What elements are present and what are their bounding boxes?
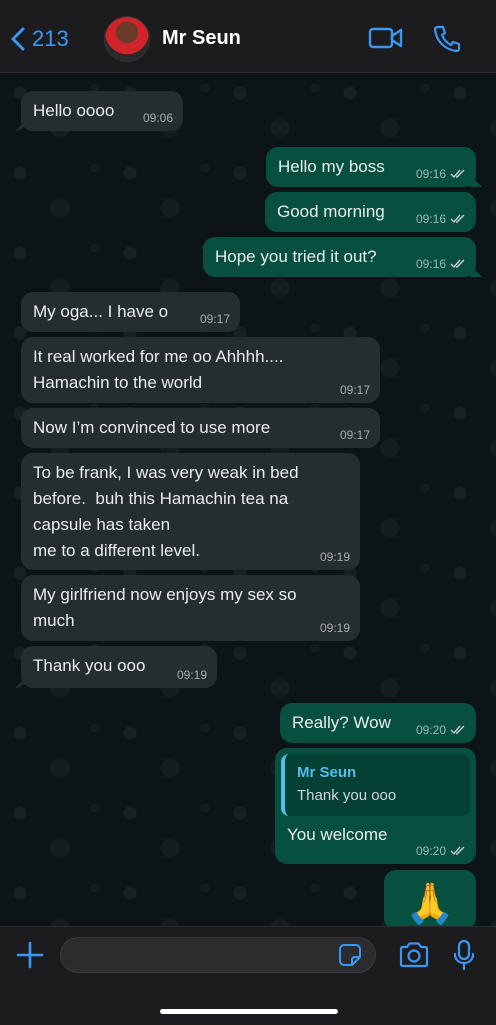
message-incoming[interactable]: My girlfriend now enjoys my sex so much … <box>21 575 360 641</box>
message-text: Now I’m convinced to use more <box>33 418 271 437</box>
message-incoming[interactable]: Now I’m convinced to use more 09:17 <box>21 408 380 448</box>
voice-call-button[interactable] <box>432 24 462 57</box>
message-outgoing[interactable]: Really? Wow 09:20 <box>280 703 476 743</box>
message-incoming[interactable]: Thank you ooo 09:19 <box>21 646 217 688</box>
message-text: Hope you tried it out? <box>215 247 377 266</box>
sticker-button[interactable] <box>338 943 362 972</box>
read-ticks-icon <box>450 259 465 269</box>
message-text: Hello my boss <box>278 157 385 176</box>
message-text: Thank you ooo <box>33 656 146 675</box>
chat-area[interactable]: Hello oooo 09:06 Hello my boss 09:16 Goo… <box>0 73 496 926</box>
message-incoming[interactable]: Hello oooo 09:06 <box>21 91 183 131</box>
message-outgoing-emoji[interactable]: 🙏 <box>384 870 476 926</box>
read-ticks-icon <box>450 725 465 735</box>
message-outgoing-reply[interactable]: Mr Seun Thank you ooo You welcome 09:20 <box>275 748 476 864</box>
message-time: 09:16 <box>415 212 446 226</box>
message-text: My girlfriend now enjoys my sex so much <box>33 585 297 630</box>
sticker-icon <box>339 944 361 966</box>
message-incoming[interactable]: To be frank, I was very weak in bed befo… <box>21 453 360 570</box>
message-time: 09:16 <box>415 167 446 181</box>
message-text: Good morning <box>277 202 385 221</box>
video-call-button[interactable] <box>368 26 404 55</box>
message-incoming[interactable]: It real worked for me oo Ahhhh.... Hamac… <box>21 337 380 403</box>
folded-hands-emoji: 🙏 <box>405 882 455 926</box>
chat-header: 213 Mr Seun <box>0 0 496 73</box>
message-time: 09:19 <box>319 621 350 635</box>
message-input[interactable] <box>60 937 376 973</box>
message-text: To be frank, I was very weak in bed befo… <box>33 463 299 560</box>
message-outgoing[interactable]: Hello my boss 09:16 <box>266 147 476 187</box>
phone-icon <box>433 25 461 53</box>
message-time: 09:19 <box>319 550 350 564</box>
message-time: 09:17 <box>199 312 230 326</box>
message-outgoing[interactable]: Hope you tried it out? 09:16 <box>203 237 476 277</box>
read-ticks-icon <box>450 169 465 179</box>
avatar[interactable] <box>104 16 150 62</box>
composer-bar <box>0 926 496 1025</box>
quoted-text: Thank you ooo <box>297 787 397 804</box>
message-text: Really? Wow <box>292 713 391 732</box>
camera-button[interactable] <box>398 941 430 974</box>
read-ticks-icon <box>450 846 465 856</box>
plus-icon <box>16 941 44 969</box>
message-time: 09:17 <box>339 428 370 442</box>
quoted-message[interactable]: Mr Seun Thank you ooo <box>281 754 470 816</box>
unread-count: 213 <box>32 26 69 51</box>
contact-name[interactable]: Mr Seun <box>162 27 241 50</box>
message-time: 09:20 <box>415 844 446 858</box>
voice-message-button[interactable] <box>452 939 476 976</box>
home-indicator <box>160 1009 338 1014</box>
video-call-icon <box>368 27 403 49</box>
attach-button[interactable] <box>16 941 44 974</box>
microphone-icon <box>453 939 475 971</box>
message-text: Hello oooo <box>33 101 115 120</box>
message-text: You welcome <box>287 825 388 844</box>
quoted-sender: Mr Seun <box>297 764 357 781</box>
message-time: 09:17 <box>339 383 370 397</box>
message-time: 09:19 <box>176 668 207 682</box>
message-outgoing[interactable]: Good morning 09:16 <box>265 192 476 232</box>
camera-icon <box>399 942 429 968</box>
message-time: 09:16 <box>415 257 446 271</box>
message-time: 09:20 <box>415 723 446 737</box>
message-text: It real worked for me oo Ahhhh.... Hamac… <box>33 347 284 392</box>
message-text: My oga... I have o <box>33 302 169 321</box>
message-time: 09:06 <box>142 111 173 125</box>
chevron-left-icon <box>11 27 25 51</box>
message-incoming[interactable]: My oga... I have o 09:17 <box>21 292 240 332</box>
back-button[interactable]: 213 <box>8 22 69 56</box>
read-ticks-icon <box>450 214 465 224</box>
